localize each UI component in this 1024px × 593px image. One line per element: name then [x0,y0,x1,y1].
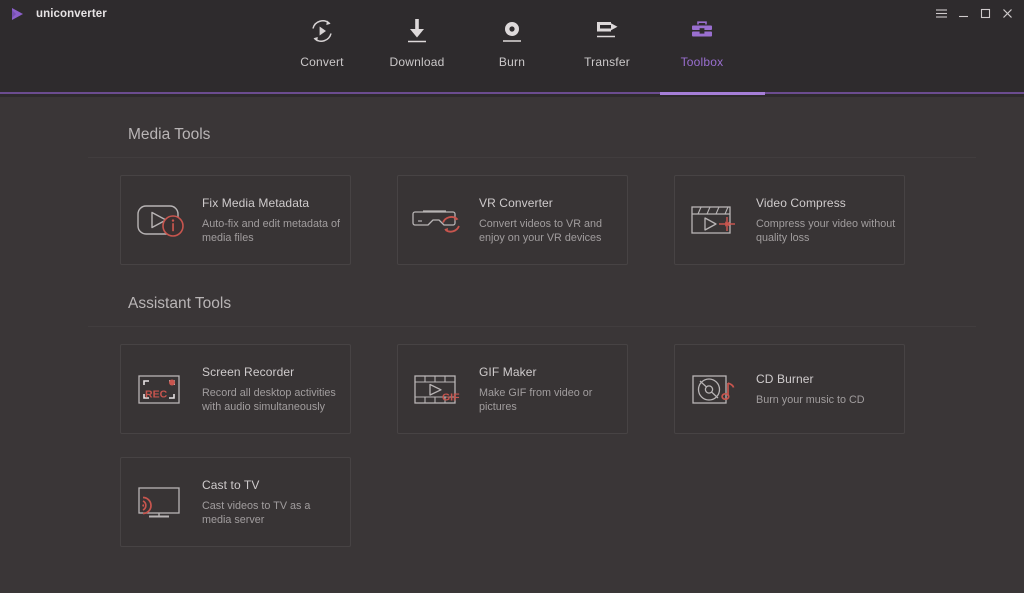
card-title: Video Compress [756,195,846,210]
media-tools-cards: Fix Media Metadata Auto-fix and edit met… [40,158,984,265]
svg-text:GIF: GIF [442,392,460,404]
title-bar: uniconverter Convert Download Burn Trans… [0,0,1024,97]
toolbox-content: Media Tools Fix Media Metadata Auto-fix … [0,97,1024,593]
clapperboard-compress-icon [687,192,749,248]
media-metadata-info-icon [133,192,195,248]
main-navigation: Convert Download Burn Transfer Toolbox [0,16,1024,69]
card-description: Auto-fix and edit metadata of media file… [202,217,341,245]
card-text: GIF Maker Make GIF from video or picture… [472,364,619,415]
tool-card-screen-recorder[interactable]: REC Screen Recorder Record all desktop a… [120,344,351,434]
active-tab-indicator [660,92,765,95]
nav-tab-transfer[interactable]: Transfer [560,16,655,69]
header-divider [0,92,1024,94]
cd-disc-music-note-icon [687,361,749,417]
nav-tab-label: Convert [300,55,344,69]
nav-tab-label: Transfer [584,55,630,69]
tool-card-cd-burner[interactable]: CD Burner Burn your music to CD [674,344,905,434]
card-description: Cast videos to TV as a media server [202,499,311,527]
tool-card-vr-converter[interactable]: VR Converter Convert videos to VR and en… [397,175,628,265]
card-text: Fix Media Metadata Auto-fix and edit met… [195,195,342,246]
section-title: Media Tools [128,126,211,143]
tool-card-gif-maker[interactable]: GIF GIF Maker Make GIF from video or pic… [397,344,628,434]
card-text: VR Converter Convert videos to VR and en… [472,195,619,246]
screen-record-frame-icon: REC [133,361,195,417]
assistant-tools-cards: REC Screen Recorder Record all desktop a… [40,327,984,547]
nav-tab-burn[interactable]: Burn [465,16,560,69]
vr-goggles-refresh-icon [410,192,472,248]
nav-tab-label: Burn [498,55,526,69]
film-strip-gif-icon: GIF [410,361,472,417]
card-description: Record all desktop activities with audio… [202,386,336,414]
card-description: Burn your music to CD [756,393,865,406]
card-title: GIF Maker [479,364,537,379]
svg-text:REC: REC [145,389,168,401]
card-text: Screen Recorder Record all desktop activ… [195,364,342,415]
card-title: Fix Media Metadata [202,195,310,210]
section-media-tools: Media Tools Fix Media Metadata Auto-fix … [40,97,984,265]
nav-tab-download[interactable]: Download [370,16,465,69]
burn-disc-icon [497,16,527,46]
tv-cast-waves-icon [133,474,195,530]
tool-card-fix-media-metadata[interactable]: Fix Media Metadata Auto-fix and edit met… [120,175,351,265]
card-description: Convert videos to VR and enjoy on your V… [479,217,603,245]
card-description: Compress your video without quality loss [756,217,896,245]
nav-tab-toolbox[interactable]: Toolbox [655,16,750,69]
card-title: CD Burner [756,371,814,386]
card-title: Screen Recorder [202,364,295,379]
card-text: Cast to TV Cast videos to TV as a media … [195,477,342,528]
card-title: Cast to TV [202,477,260,492]
transfer-device-arrow-icon [592,16,622,46]
toolbox-case-icon [687,16,717,46]
card-description: Make GIF from video or pictures [479,386,593,414]
download-arrow-icon [402,16,432,46]
nav-tab-convert[interactable]: Convert [275,16,370,69]
tool-card-cast-to-tv[interactable]: Cast to TV Cast videos to TV as a media … [120,457,351,547]
section-assistant-tools: Assistant Tools REC Screen Recorder Reco… [40,265,984,547]
tool-card-video-compress[interactable]: Video Compress Compress your video witho… [674,175,905,265]
section-title: Assistant Tools [128,295,232,312]
card-title: VR Converter [479,195,553,210]
convert-circular-arrows-play-icon [307,16,337,46]
uniconverter-window: uniconverter Convert Download Burn Trans… [0,0,1024,593]
nav-tab-label: Toolbox [680,55,724,69]
card-text: Video Compress Compress your video witho… [749,195,896,246]
card-text: CD Burner Burn your music to CD [749,371,865,408]
nav-tab-label: Download [389,55,445,69]
